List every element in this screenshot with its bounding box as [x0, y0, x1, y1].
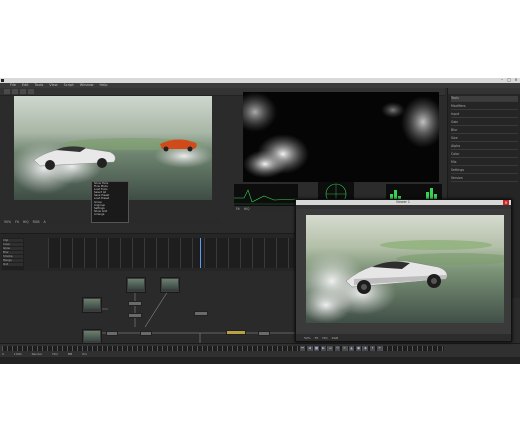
floating-viewer-status: 50% Fit HiQ RGB: [296, 334, 511, 341]
inspector-row[interactable]: Size: [451, 136, 518, 142]
tool-button[interactable]: [28, 89, 34, 94]
loader-node[interactable]: [160, 277, 180, 293]
alpha-toggle[interactable]: A: [44, 220, 46, 224]
playhead-marker[interactable]: [200, 238, 201, 268]
transport-controls: ⏮ ◀ ■ ▶ ⏭ ⟲ ✕ ▲ ● ◆ ⏵ ⏷: [300, 346, 382, 351]
play-reverse-button[interactable]: ◀: [307, 346, 312, 351]
go-start-button[interactable]: ⏮: [300, 346, 305, 351]
maximize-button[interactable]: □: [507, 78, 511, 82]
node-thumbnail: [84, 299, 100, 309]
inspector-row[interactable]: Version: [451, 176, 518, 182]
zoom-level[interactable]: 50%: [4, 220, 11, 224]
stop-button[interactable]: ■: [314, 346, 319, 351]
inspector-row[interactable]: Input: [451, 112, 518, 118]
track-item[interactable]: Out: [3, 263, 23, 266]
floating-viewer-image: [298, 215, 516, 323]
timeline-track-list: Clip Color Glow Blur Smoke Merge Out: [2, 238, 24, 270]
fit-button[interactable]: Fit: [15, 220, 19, 224]
fit-button[interactable]: Fit: [236, 207, 240, 211]
render-button[interactable]: Render: [32, 352, 43, 356]
step-up-button[interactable]: ▲: [349, 346, 354, 351]
options-button[interactable]: ⏷: [377, 346, 382, 351]
node-thumbnail: [128, 279, 144, 289]
node-thumbnail: [84, 331, 100, 341]
tool-node[interactable]: [128, 313, 142, 318]
floating-viewer-titlebar[interactable]: Viewer 1 ×: [296, 200, 511, 205]
context-menu: Show Tools Flow Mode Load Tools Select A…: [91, 181, 129, 223]
waveform-scope: [234, 184, 299, 206]
merge-node[interactable]: [226, 330, 246, 335]
play-button[interactable]: ▶: [321, 346, 326, 351]
context-menu-item[interactable]: Arrange: [92, 213, 128, 216]
proxy-toggle[interactable]: Prx: [82, 352, 87, 356]
tool-node[interactable]: [258, 331, 270, 336]
viewer-right-image: [243, 92, 439, 182]
record-button[interactable]: ●: [356, 346, 361, 351]
inspector-row[interactable]: Tools: [451, 96, 518, 102]
keyframe-button[interactable]: ◆: [363, 346, 368, 351]
waveform-graph: [234, 189, 299, 205]
timeline-tracks[interactable]: [48, 238, 294, 268]
tool-node[interactable]: [128, 301, 142, 306]
inspector-row[interactable]: Blur: [451, 128, 518, 134]
close-icon[interactable]: ×: [503, 200, 509, 205]
close-window-button[interactable]: ×: [514, 78, 518, 82]
zoom-level[interactable]: 50%: [304, 336, 311, 340]
status-bar: [0, 357, 520, 364]
playback-bar: ⏮ ◀ ■ ▶ ⏭ ⟲ ✕ ▲ ● ◆ ⏵ ⏷ 0 1000 Render Hi…: [0, 343, 520, 357]
inspector-row[interactable]: Alpha: [451, 144, 518, 150]
loader-node[interactable]: [126, 277, 146, 293]
hiq-toggle[interactable]: HiQ: [244, 207, 250, 211]
viewer-right[interactable]: [243, 92, 439, 182]
window-controls: – □ ×: [500, 78, 518, 82]
node-connections: [90, 290, 295, 351]
app-logo-icon: [1, 79, 4, 82]
node-thumbnail: [162, 279, 178, 289]
inspector-row[interactable]: Color: [451, 152, 518, 158]
minimize-button[interactable]: –: [500, 78, 504, 82]
hiq-toggle[interactable]: HiQ: [322, 336, 327, 340]
floating-viewer-canvas[interactable]: [298, 215, 516, 323]
inspector-row[interactable]: Gain: [451, 120, 518, 126]
end-frame[interactable]: 1000: [14, 352, 22, 356]
timeline-panel: Clip Color Glow Blur Smoke Merge Out: [0, 233, 297, 271]
inspector-row[interactable]: Modifiers: [451, 104, 518, 110]
inspector-row[interactable]: Mix: [451, 160, 518, 166]
tool-button[interactable]: [20, 89, 26, 94]
tool-node[interactable]: [140, 331, 152, 336]
inspector-row[interactable]: Settings: [451, 168, 518, 174]
flow-node-editor[interactable]: [0, 271, 297, 354]
hiq-toggle[interactable]: HiQ: [52, 352, 57, 356]
floating-viewer-toolbar: [296, 205, 511, 209]
floating-viewer-title: Viewer 1: [396, 200, 410, 204]
next-frame-button[interactable]: ⏵: [370, 346, 375, 351]
clear-button[interactable]: ✕: [342, 346, 347, 351]
playback-info: 0 1000 Render HiQ MB Prx: [2, 352, 87, 356]
loader-node[interactable]: [82, 297, 102, 313]
loop-button[interactable]: ⟲: [335, 346, 340, 351]
hiq-toggle[interactable]: HiQ: [23, 220, 29, 224]
inspector-header: [448, 88, 520, 94]
tool-button[interactable]: [12, 89, 18, 94]
tool-node[interactable]: [194, 311, 208, 316]
go-end-button[interactable]: ⏭: [328, 346, 333, 351]
mb-toggle[interactable]: MB: [68, 352, 73, 356]
floating-viewer-window: Viewer 1 × 50% Fit HiQ RGB: [295, 199, 516, 342]
channel-select[interactable]: RGB: [332, 336, 338, 340]
channel-select[interactable]: RGB: [33, 220, 40, 224]
tool-button[interactable]: [4, 89, 10, 94]
fit-button[interactable]: Fit: [315, 336, 319, 340]
tool-node[interactable]: [106, 331, 118, 336]
start-frame[interactable]: 0: [2, 352, 4, 356]
